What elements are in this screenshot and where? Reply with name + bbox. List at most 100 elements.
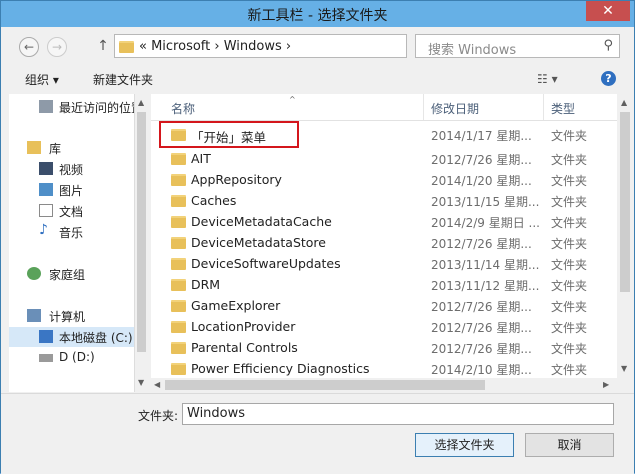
sidebar-item-pictures[interactable]: 图片 (9, 180, 134, 200)
file-date: 2012/7/26 星期... (431, 300, 532, 314)
file-name: DeviceSoftwareUpdates (191, 256, 341, 271)
list-item[interactable]: DeviceSoftwareUpdates 2013/11/14 星期... 文… (151, 253, 617, 274)
navigation-pane: 最近访问的位置 库 视频 图片 文档 ♪ 音乐 家庭组 计算机 本地磁盘 (C:… (9, 94, 149, 392)
select-folder-button[interactable]: 选择文件夹 (415, 433, 514, 457)
address-path[interactable]: « Microsoft › Windows › (139, 39, 291, 54)
view-options-icon[interactable]: ☷ ▾ (537, 72, 558, 86)
scrollbar-thumb[interactable] (165, 380, 485, 390)
window-title: 新工具栏 - 选择文件夹 (247, 8, 388, 24)
sidebar-item-label: 文档 (59, 205, 84, 219)
list-item[interactable]: GameExplorer 2012/7/26 星期... 文件夹 (151, 295, 617, 316)
file-name: AIT (191, 151, 211, 166)
file-type: 文件夹 (551, 321, 588, 335)
search-placeholder[interactable]: 搜索 Windows (428, 39, 516, 58)
sidebar-item-label: 视频 (59, 163, 84, 177)
navigation-scrollbar[interactable]: ▲ ▼ (134, 94, 149, 392)
back-button[interactable]: ← (19, 37, 39, 57)
file-name: AppRepository (191, 172, 282, 187)
column-date[interactable]: 修改日期 (431, 100, 479, 117)
sidebar-item-homegroup[interactable]: 家庭组 (9, 264, 134, 284)
drive-c-icon (39, 330, 53, 343)
folder-icon (171, 258, 186, 270)
folder-icon (171, 279, 186, 291)
file-date: 2014/2/10 星期... (431, 363, 532, 377)
file-list-horizontal-scrollbar[interactable]: ◀ ▶ (151, 378, 617, 392)
column-divider (423, 94, 424, 120)
file-name: Parental Controls (191, 340, 298, 355)
list-item[interactable]: Caches 2013/11/15 星期... 文件夹 (151, 190, 617, 211)
scroll-right-icon[interactable]: ▶ (603, 380, 609, 389)
scroll-up-icon[interactable]: ▲ (138, 98, 144, 107)
list-item[interactable]: DeviceMetadataCache 2014/2/9 星期日 ... 文件夹 (151, 211, 617, 232)
folder-icon (119, 41, 134, 53)
list-item[interactable]: LocationProvider 2012/7/26 星期... 文件夹 (151, 316, 617, 337)
list-item[interactable]: AppRepository 2014/1/20 星期... 文件夹 (151, 169, 617, 190)
file-name: Power Efficiency Diagnostics (191, 361, 370, 376)
column-divider (543, 94, 544, 120)
up-button[interactable]: ↑ (95, 35, 111, 57)
folder-icon (171, 216, 186, 228)
sidebar-item-label: 音乐 (59, 226, 84, 240)
scroll-down-icon[interactable]: ▼ (138, 378, 144, 387)
file-date: 2013/11/15 星期... (431, 195, 540, 209)
command-toolbar: 组织 ▾ 新建文件夹 ☷ ▾ ? (1, 65, 634, 93)
list-item[interactable]: DeviceMetadataStore 2012/7/26 星期... 文件夹 (151, 232, 617, 253)
sidebar-item-label: 本地磁盘 (C:) (59, 331, 133, 345)
sidebar-item-label: 最近访问的位置 (59, 101, 144, 115)
new-folder-button[interactable]: 新建文件夹 (93, 71, 153, 88)
file-date: 2012/7/26 星期... (431, 237, 532, 251)
column-name[interactable]: 名称 (171, 100, 195, 117)
sidebar-item-drive-d[interactable]: D (D:) (9, 348, 134, 368)
file-type: 文件夹 (551, 363, 588, 377)
file-date: 2014/2/9 星期日 ... (431, 216, 540, 230)
sidebar-item-drive-c[interactable]: 本地磁盘 (C:) (9, 327, 134, 347)
folder-name-input[interactable]: Windows (182, 403, 614, 425)
sidebar-item-label: 库 (49, 142, 62, 156)
folder-icon (171, 237, 186, 249)
title-bar: 新工具栏 - 选择文件夹 ✕ (1, 1, 634, 27)
scroll-left-icon[interactable]: ◀ (154, 380, 160, 389)
organize-menu[interactable]: 组织 ▾ (25, 71, 59, 88)
file-type: 文件夹 (551, 237, 588, 251)
forward-button[interactable]: → (47, 37, 67, 57)
highlight-annotation (159, 121, 299, 148)
scrollbar-thumb[interactable] (620, 112, 630, 292)
file-type: 文件夹 (551, 129, 588, 143)
search-icon[interactable]: ⚲ (603, 38, 613, 53)
sidebar-item-label: 计算机 (49, 310, 86, 324)
scroll-up-icon[interactable]: ▲ (621, 98, 627, 107)
column-type[interactable]: 类型 (551, 100, 575, 117)
computer-icon (27, 309, 41, 322)
file-date: 2013/11/12 星期... (431, 279, 540, 293)
list-item[interactable]: AIT 2012/7/26 星期... 文件夹 (151, 148, 617, 169)
scroll-down-icon[interactable]: ▼ (621, 364, 627, 373)
videos-icon (39, 162, 53, 175)
sidebar-item-recent[interactable]: 最近访问的位置 (9, 97, 143, 117)
libraries-icon (27, 141, 41, 154)
sidebar-item-computer[interactable]: 计算机 (9, 306, 134, 326)
search-box[interactable]: 搜索 Windows ⚲ (415, 34, 620, 58)
file-type: 文件夹 (551, 195, 588, 209)
list-item[interactable]: Parental Controls 2012/7/26 星期... 文件夹 (151, 337, 617, 358)
sidebar-item-music[interactable]: ♪ 音乐 (9, 222, 134, 242)
list-item[interactable]: Power Efficiency Diagnostics 2014/2/10 星… (151, 358, 617, 378)
folder-icon (171, 342, 186, 354)
file-type: 文件夹 (551, 153, 588, 167)
file-type: 文件夹 (551, 258, 588, 272)
sidebar-item-videos[interactable]: 视频 (9, 159, 134, 179)
scrollbar-thumb[interactable] (137, 112, 146, 352)
help-icon[interactable]: ? (601, 71, 616, 86)
folder-picker-dialog: 新工具栏 - 选择文件夹 ✕ ← → ↑ « Microsoft › Windo… (0, 0, 635, 474)
cancel-button[interactable]: 取消 (525, 433, 614, 457)
close-button[interactable]: ✕ (586, 1, 630, 21)
sidebar-item-libraries[interactable]: 库 (9, 138, 134, 158)
folder-icon (171, 174, 186, 186)
address-bar[interactable]: « Microsoft › Windows › ⌵ ↻ (114, 34, 507, 58)
homegroup-icon (27, 267, 41, 280)
sort-ascending-icon: ^ (289, 95, 296, 104)
list-item[interactable]: DRM 2013/11/12 星期... 文件夹 (151, 274, 617, 295)
sidebar-item-documents[interactable]: 文档 (9, 201, 134, 221)
file-list-vertical-scrollbar[interactable]: ▲ ▼ (617, 94, 634, 378)
file-type: 文件夹 (551, 342, 588, 356)
file-name: DeviceMetadataCache (191, 214, 332, 229)
